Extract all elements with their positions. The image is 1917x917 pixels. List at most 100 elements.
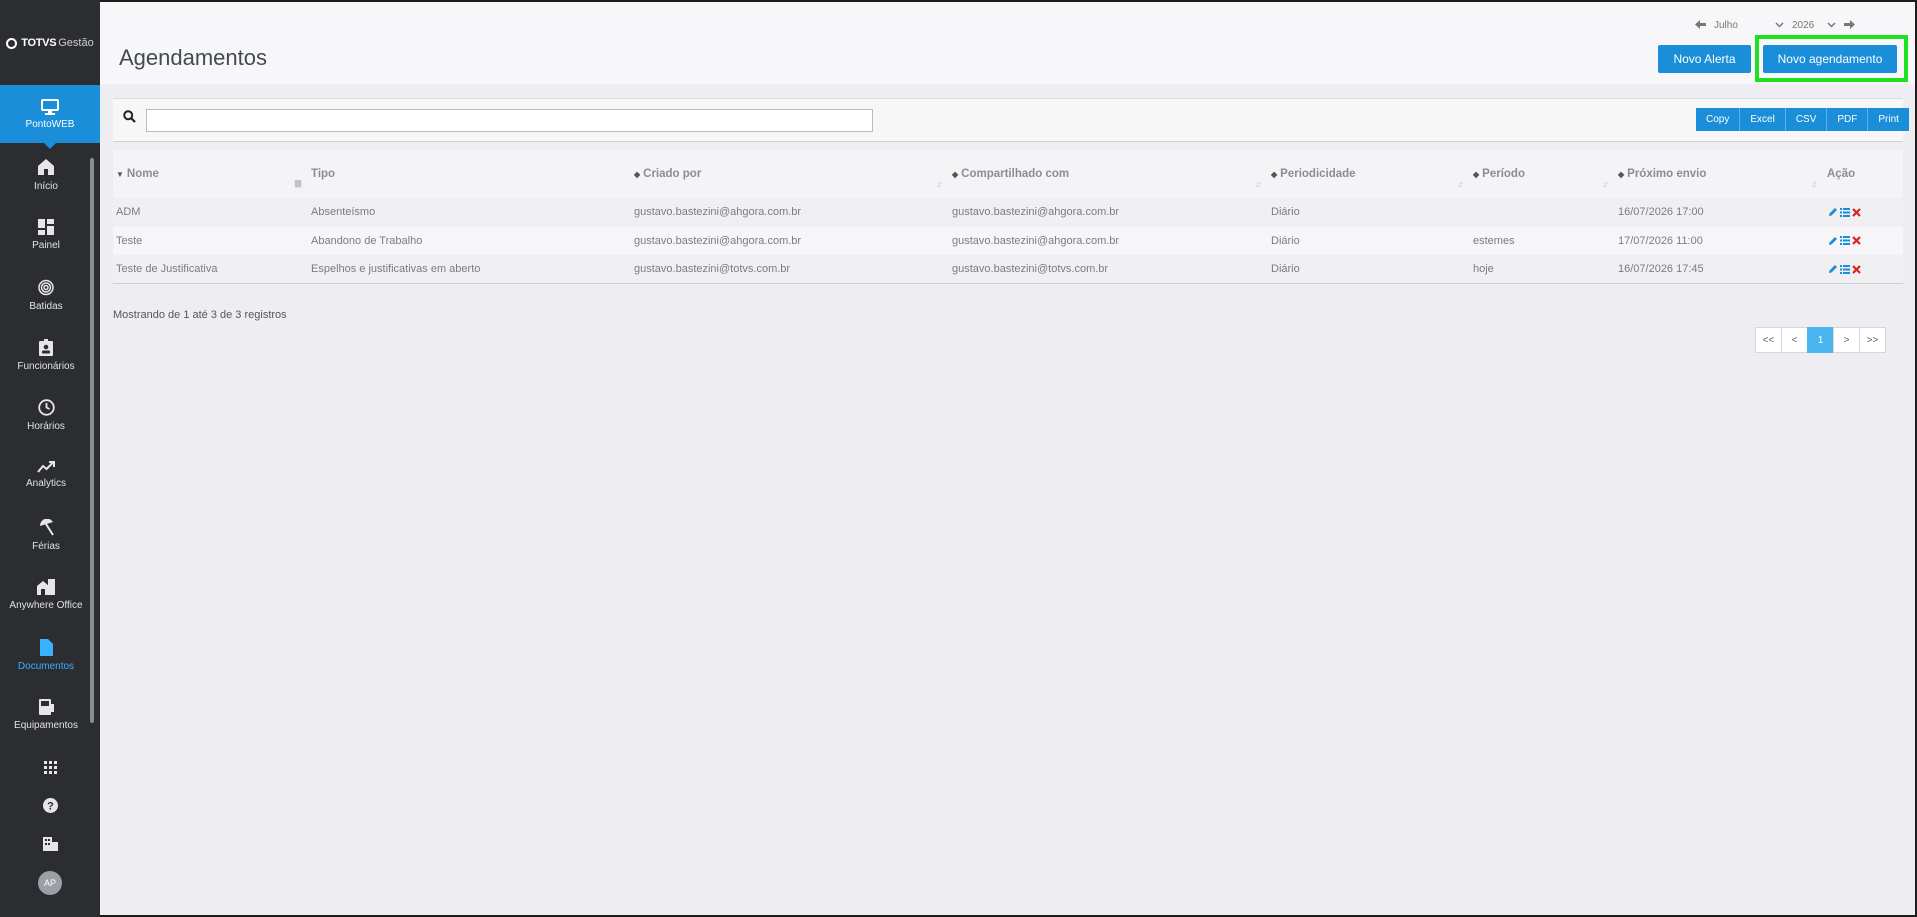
edit-button[interactable] bbox=[1827, 235, 1838, 246]
new-schedule-button[interactable]: Novo agendamento bbox=[1763, 45, 1897, 73]
cell-tipo: Espelhos e justificativas em aberto bbox=[308, 255, 631, 284]
delete-button[interactable] bbox=[1851, 207, 1862, 218]
excel-button[interactable]: Excel bbox=[1740, 108, 1786, 131]
sidebar-item-documentos[interactable]: Documentos bbox=[0, 625, 92, 685]
details-button[interactable] bbox=[1839, 264, 1850, 275]
document-icon bbox=[39, 638, 53, 656]
first-page-button[interactable]: << bbox=[1755, 327, 1782, 353]
list-icon bbox=[1839, 236, 1850, 246]
sidebar-item-painel[interactable]: Painel bbox=[0, 205, 92, 265]
next-page-button[interactable]: > bbox=[1833, 327, 1860, 353]
company-button[interactable] bbox=[0, 825, 100, 864]
chevron-down-icon bbox=[1827, 22, 1836, 28]
print-button[interactable]: Print bbox=[1868, 108, 1909, 131]
sidebar-item-label: Férias bbox=[32, 540, 60, 552]
close-icon bbox=[1852, 264, 1861, 274]
cell-criado-por: gustavo.bastezini@ahgora.com.br bbox=[631, 226, 949, 255]
sidebar-item-analytics[interactable]: Analytics bbox=[0, 445, 92, 505]
sidebar-item-inicio[interactable]: Início bbox=[0, 145, 92, 205]
sort-icon: ▮▮ bbox=[294, 178, 302, 188]
edit-button[interactable] bbox=[1827, 207, 1838, 218]
csv-button[interactable]: CSV bbox=[1785, 108, 1828, 131]
table-row: Teste de Justificativa Espelhos e justif… bbox=[113, 255, 1903, 284]
sidebar: TOTVS Gestão PontoWEB Início Painel Bati… bbox=[0, 0, 100, 917]
previous-period-button[interactable] bbox=[1695, 18, 1706, 32]
trend-icon bbox=[37, 461, 55, 473]
year-select[interactable]: 2026 bbox=[1792, 20, 1836, 31]
cell-acao bbox=[1824, 255, 1903, 284]
new-alert-button[interactable]: Novo Alerta bbox=[1658, 45, 1751, 73]
column-header-tipo[interactable]: Tipo bbox=[308, 150, 631, 198]
month-select[interactable]: Julho bbox=[1714, 20, 1784, 31]
column-header-periodicidade[interactable]: ◆ Periodicidade ↓↑ bbox=[1268, 150, 1470, 198]
previous-page-button[interactable]: < bbox=[1781, 327, 1808, 353]
arrow-left-icon bbox=[1695, 20, 1706, 29]
page-button-1[interactable]: 1 bbox=[1807, 327, 1834, 353]
device-icon bbox=[38, 699, 54, 715]
page-header: Agendamentos Julho 2026 Novo Alerta Novo… bbox=[100, 2, 1915, 84]
sort-icon: ◆ bbox=[1271, 170, 1278, 179]
pencil-icon bbox=[1828, 265, 1837, 273]
cell-periodo bbox=[1470, 198, 1615, 227]
cell-compartilhado-com: gustavo.bastezini@ahgora.com.br bbox=[949, 198, 1268, 227]
close-icon bbox=[1852, 236, 1861, 246]
sidebar-scroll-thumb[interactable] bbox=[90, 158, 94, 723]
last-page-button[interactable]: >> bbox=[1859, 327, 1886, 353]
cell-acao bbox=[1824, 198, 1903, 227]
sort-both-icon: ↓↑ bbox=[1602, 179, 1609, 189]
main-content: Agendamentos Julho 2026 Novo Alerta Novo… bbox=[100, 2, 1915, 915]
avatar: AP bbox=[38, 870, 62, 895]
sidebar-scrollbar[interactable] bbox=[89, 148, 95, 738]
fingerprint-icon bbox=[38, 279, 54, 295]
column-header-compartilhado-com[interactable]: ◆ Compartilhado com ↓↑ bbox=[949, 150, 1268, 198]
column-header-nome[interactable]: ▼ Nome ▮▮ bbox=[113, 150, 308, 198]
period-selector: Julho 2026 bbox=[1695, 18, 1855, 32]
sidebar-item-label: Analytics bbox=[25, 478, 66, 489]
sidebar-item-batidas[interactable]: Batidas bbox=[0, 265, 92, 325]
table-header-row: ▼ Nome ▮▮ Tipo ◆ Criado por ↓↑ ◆ Compartilhad… bbox=[113, 150, 1903, 198]
details-button[interactable] bbox=[1839, 235, 1850, 246]
module-label: PontoWEB bbox=[25, 118, 75, 130]
totvs-logo-icon bbox=[6, 37, 18, 49]
column-label: Ação bbox=[1827, 168, 1856, 180]
sidebar-item-funcionarios[interactable]: Funcionários bbox=[0, 325, 92, 385]
sidebar-item-ferias[interactable]: Férias bbox=[0, 505, 92, 565]
delete-button[interactable] bbox=[1851, 264, 1862, 275]
module-pontoweb[interactable]: PontoWEB bbox=[0, 85, 100, 149]
table-row: ADM Absenteísmo gustavo.bastezini@ahgora… bbox=[113, 198, 1903, 227]
sidebar-item-label: Horários bbox=[27, 420, 65, 432]
pdf-button[interactable]: PDF bbox=[1827, 108, 1869, 131]
sidebar-item-label: Equipamentos bbox=[14, 720, 78, 731]
sidebar-item-anywhere-office[interactable]: Anywhere Office bbox=[0, 565, 92, 625]
pagination: << < 1 > >> bbox=[1755, 327, 1886, 353]
cell-nome: Teste de Justificativa bbox=[113, 255, 308, 284]
sidebar-item-horarios[interactable]: Horários bbox=[0, 385, 92, 445]
cell-acao bbox=[1824, 226, 1903, 255]
search-input[interactable] bbox=[146, 109, 873, 132]
pencil-icon bbox=[1828, 236, 1837, 245]
next-period-button[interactable] bbox=[1844, 18, 1855, 32]
edit-button[interactable] bbox=[1827, 264, 1838, 275]
cell-criado-por: gustavo.bastezini@totvs.com.br bbox=[631, 255, 949, 284]
table-toolbar: Copy Excel CSV PDF Print bbox=[113, 98, 1909, 142]
sort-both-icon: ↓↑ bbox=[1811, 179, 1818, 189]
help-button[interactable]: ? bbox=[0, 787, 100, 826]
column-header-proximo-envio[interactable]: ◆ Próximo envio ↓↑ bbox=[1615, 150, 1824, 198]
column-label: Nome bbox=[126, 168, 159, 180]
column-header-periodo[interactable]: ◆ Período ↓↑ bbox=[1470, 150, 1615, 198]
column-header-acao: Ação bbox=[1824, 150, 1903, 198]
delete-button[interactable] bbox=[1851, 235, 1862, 246]
column-header-criado-por[interactable]: ◆ Criado por ↓↑ bbox=[631, 150, 949, 198]
user-menu[interactable]: AP bbox=[0, 864, 100, 903]
sort-icon: ◆ bbox=[1473, 170, 1480, 179]
copy-button[interactable]: Copy bbox=[1696, 108, 1741, 131]
sort-icon: ◆ bbox=[634, 170, 641, 179]
cell-nome: Teste bbox=[113, 226, 308, 255]
column-label: Período bbox=[1482, 168, 1525, 180]
apps-button[interactable] bbox=[0, 748, 100, 787]
company-icon bbox=[42, 837, 58, 852]
details-button[interactable] bbox=[1839, 207, 1850, 218]
office-icon bbox=[37, 579, 55, 595]
arrow-right-icon bbox=[1844, 20, 1855, 29]
sidebar-item-equipamentos[interactable]: Equipamentos bbox=[0, 685, 92, 745]
